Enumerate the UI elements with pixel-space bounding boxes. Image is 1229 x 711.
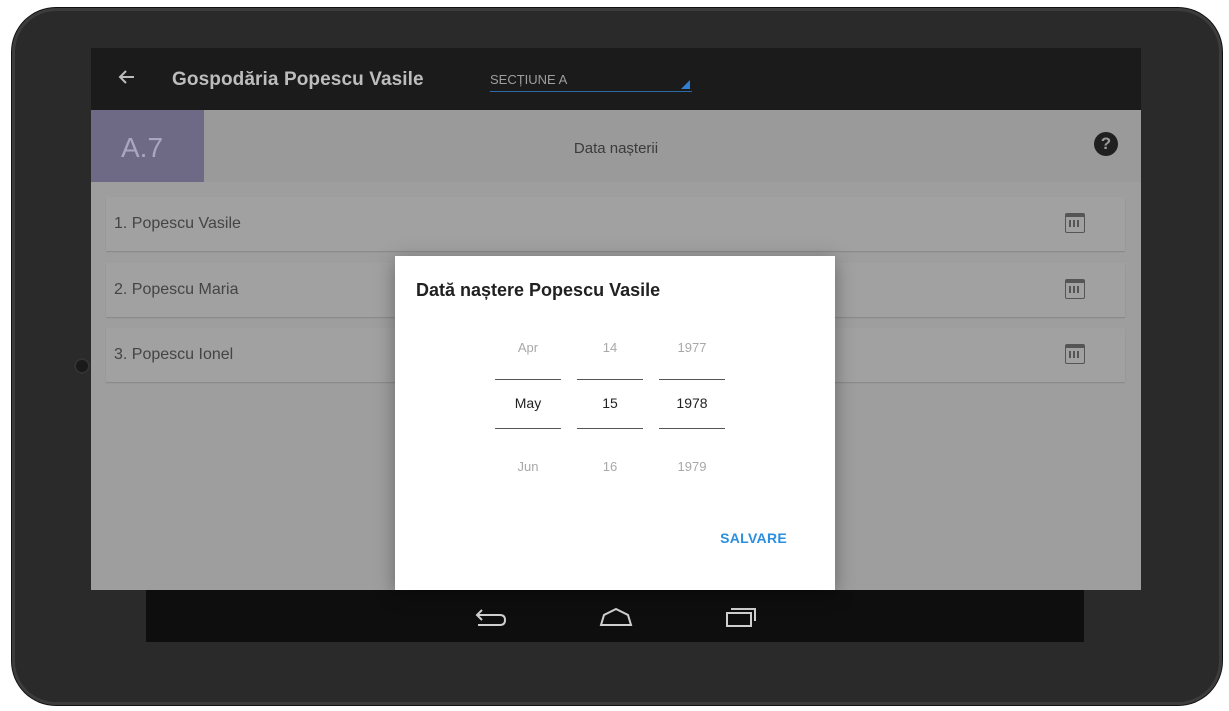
app-title: Gospodăria Popescu Vasile [172, 69, 424, 90]
calendar-icon[interactable] [1065, 213, 1085, 233]
day-current[interactable]: 15 [577, 379, 643, 429]
calendar-icon[interactable] [1065, 344, 1085, 364]
app-bar: Gospodăria Popescu Vasile SECȚIUNE A [91, 48, 1141, 110]
month-next[interactable]: Jun [495, 459, 561, 474]
list-item[interactable]: 1. Popescu Vasile [106, 197, 1125, 251]
nav-recent-apps-icon[interactable] [724, 606, 758, 628]
list-item-label: 3. Popescu Ionel [114, 346, 234, 363]
day-prev[interactable]: 14 [577, 340, 643, 355]
month-current[interactable]: May [495, 379, 561, 429]
nav-home-icon[interactable] [598, 606, 634, 628]
dialog-title: Dată naștere Popescu Vasile [416, 280, 661, 300]
year-next[interactable]: 1979 [659, 459, 725, 474]
camera-dot [74, 358, 90, 374]
year-picker[interactable]: 1977 1978 1979 [659, 326, 725, 476]
section-select[interactable]: SECȚIUNE A [490, 72, 692, 92]
save-button[interactable]: SALVARE [720, 530, 787, 546]
month-picker[interactable]: Apr May Jun [495, 326, 561, 476]
date-picker-dialog: Dată naștere Popescu Vasile Apr May Jun … [395, 256, 835, 590]
arrow-left-icon[interactable] [116, 66, 138, 88]
calendar-icon[interactable] [1065, 279, 1085, 299]
help-icon[interactable]: ? [1094, 132, 1118, 156]
list-item-label: 1. Popescu Vasile [114, 215, 241, 232]
dropdown-arrow-icon [681, 80, 690, 89]
page-title: Data nașterii [573, 140, 659, 157]
section-select-value: SECȚIUNE A [490, 72, 568, 87]
subheader: A.7 Data nașterii ? [91, 110, 1141, 182]
month-prev[interactable]: Apr [495, 340, 561, 355]
day-picker[interactable]: 14 15 16 [577, 326, 643, 476]
list-item-label: 2. Popescu Maria [114, 281, 239, 298]
year-prev[interactable]: 1977 [659, 340, 725, 355]
nav-back-icon[interactable] [474, 606, 508, 628]
year-current[interactable]: 1978 [659, 379, 725, 429]
day-next[interactable]: 16 [577, 459, 643, 474]
system-nav-bar [146, 590, 1084, 642]
